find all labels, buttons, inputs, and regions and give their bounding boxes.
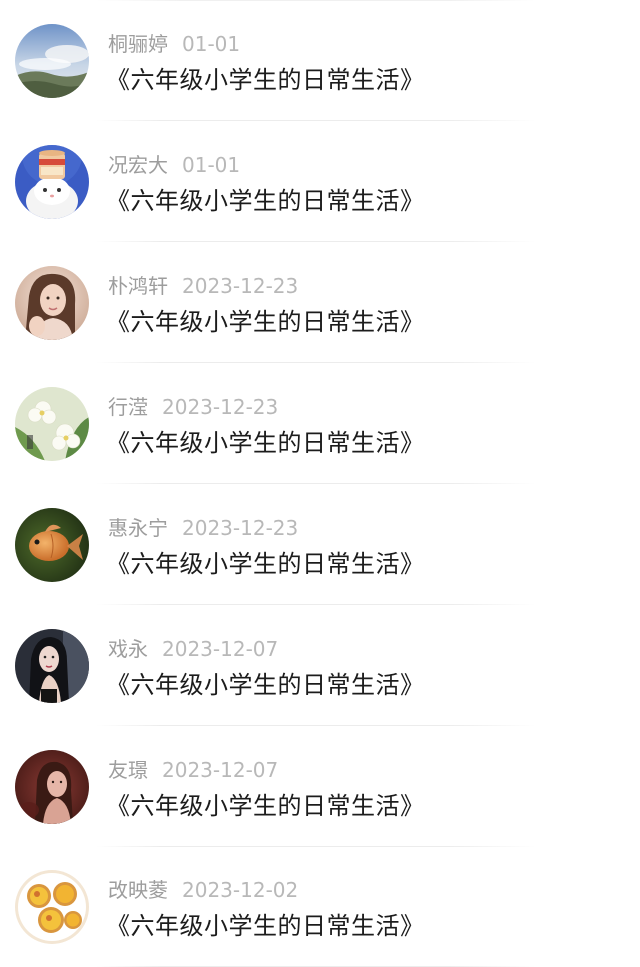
post-meta: 况宏大 01-01 [108, 151, 240, 179]
post-date: 2023-12-07 [162, 637, 279, 661]
girl-portrait-avatar[interactable] [15, 266, 89, 340]
author-name[interactable]: 况宏大 [108, 153, 168, 177]
post-title[interactable]: 《六年级小学生的日常生活》 [106, 668, 425, 702]
post-meta: 戏永 2023-12-07 [108, 635, 278, 663]
post-date: 01-01 [182, 153, 241, 177]
post-date: 2023-12-23 [182, 516, 299, 540]
post-date: 01-01 [182, 32, 241, 56]
white-flowers-avatar[interactable] [15, 387, 89, 461]
author-name[interactable]: 行滢 [108, 395, 148, 419]
white-cat-avatar[interactable] [15, 145, 89, 219]
list-item[interactable]: 桐骊婷 01-01 《六年级小学生的日常生活》 [0, 0, 640, 121]
post-title[interactable]: 《六年级小学生的日常生活》 [106, 305, 425, 339]
goldfish-avatar[interactable] [15, 508, 89, 582]
dark-portrait-avatar[interactable] [15, 629, 89, 703]
egg-tarts-avatar[interactable] [15, 870, 89, 944]
list-item[interactable]: 况宏大 01-01 《六年级小学生的日常生活》 [0, 121, 640, 242]
author-name[interactable]: 朴鸿轩 [108, 274, 168, 298]
post-meta: 桐骊婷 01-01 [108, 30, 240, 58]
landscape-sky-avatar[interactable] [15, 24, 89, 98]
post-meta: 改映菱 2023-12-02 [108, 876, 298, 904]
list-item[interactable]: 惠永宁 2023-12-23 《六年级小学生的日常生活》 [0, 484, 640, 605]
author-name[interactable]: 桐骊婷 [108, 32, 168, 56]
author-name[interactable]: 惠永宁 [108, 516, 168, 540]
post-title[interactable]: 《六年级小学生的日常生活》 [106, 426, 425, 460]
post-date: 2023-12-02 [182, 878, 299, 902]
author-name[interactable]: 友璟 [108, 758, 148, 782]
list-item[interactable]: 戏永 2023-12-07 《六年级小学生的日常生活》 [0, 605, 640, 726]
post-meta: 惠永宁 2023-12-23 [108, 514, 298, 542]
list-item[interactable]: 改映菱 2023-12-02 《六年级小学生的日常生活》 [0, 846, 640, 967]
author-name[interactable]: 改映菱 [108, 878, 168, 902]
red-portrait-avatar[interactable] [15, 750, 89, 824]
post-list: 桐骊婷 01-01 《六年级小学生的日常生活》 况宏大 01-01 《六年级小学… [0, 0, 640, 967]
post-date: 2023-12-23 [182, 274, 299, 298]
post-title[interactable]: 《六年级小学生的日常生活》 [106, 909, 425, 943]
post-meta: 行滢 2023-12-23 [108, 393, 278, 421]
post-title[interactable]: 《六年级小学生的日常生活》 [106, 184, 425, 218]
post-meta: 朴鸿轩 2023-12-23 [108, 272, 298, 300]
author-name[interactable]: 戏永 [108, 637, 148, 661]
post-date: 2023-12-07 [162, 758, 279, 782]
list-item[interactable]: 行滢 2023-12-23 《六年级小学生的日常生活》 [0, 363, 640, 484]
post-title[interactable]: 《六年级小学生的日常生活》 [106, 63, 425, 97]
list-item[interactable]: 朴鸿轩 2023-12-23 《六年级小学生的日常生活》 [0, 242, 640, 363]
post-date: 2023-12-23 [162, 395, 279, 419]
post-meta: 友璟 2023-12-07 [108, 756, 278, 784]
post-title[interactable]: 《六年级小学生的日常生活》 [106, 789, 425, 823]
post-title[interactable]: 《六年级小学生的日常生活》 [106, 547, 425, 581]
list-item[interactable]: 友璟 2023-12-07 《六年级小学生的日常生活》 [0, 726, 640, 847]
